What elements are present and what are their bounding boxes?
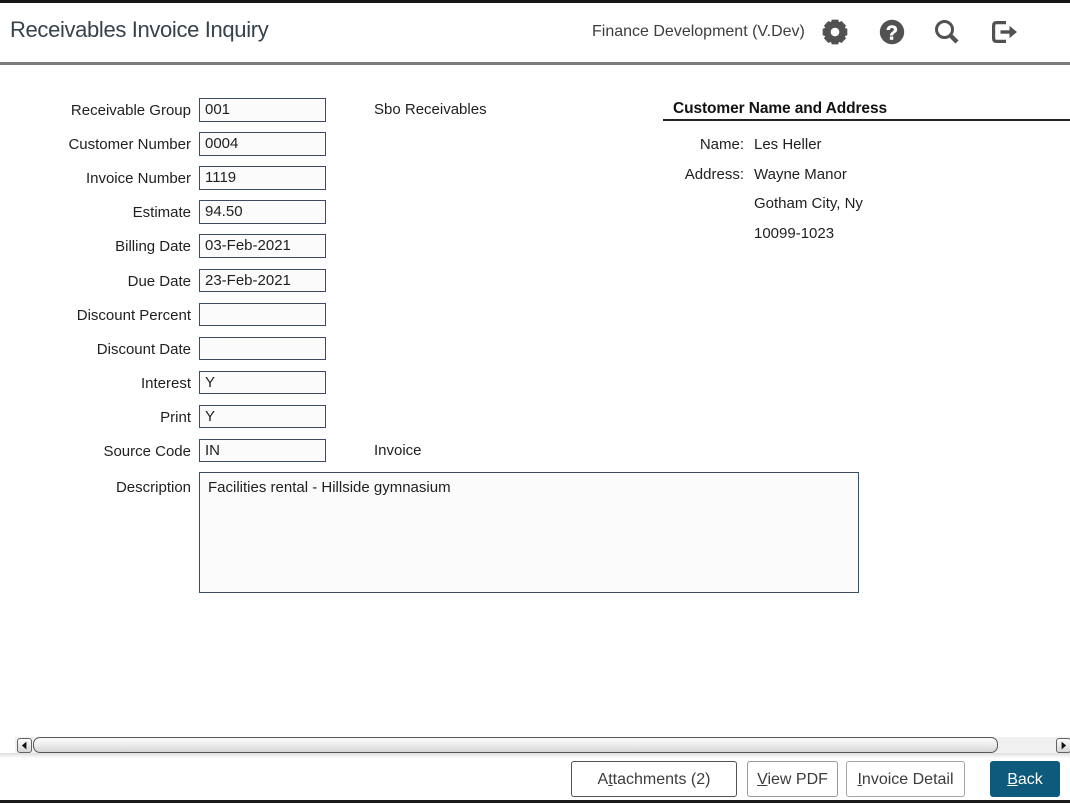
- svg-text:?: ?: [886, 23, 898, 45]
